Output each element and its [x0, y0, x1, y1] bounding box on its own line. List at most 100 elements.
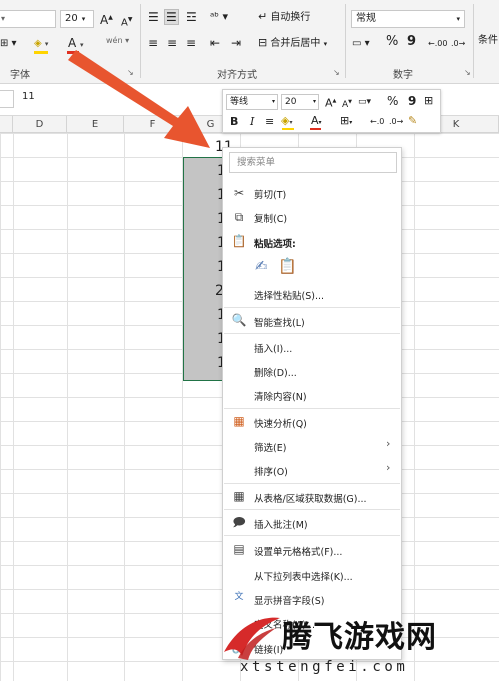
mini-percent[interactable]: %: [387, 94, 398, 108]
mini-shrink-font[interactable]: A▼: [342, 95, 352, 112]
mini-italic[interactable]: I: [250, 115, 254, 129]
format-cells-icon: ▤: [233, 542, 245, 556]
mini-bold[interactable]: B: [230, 115, 238, 129]
menu-separator: [224, 509, 400, 510]
decrease-decimal-button[interactable]: .0→: [451, 37, 465, 51]
column-header-f[interactable]: F: [124, 116, 182, 133]
watermark-url: xtstengfei.com: [240, 659, 409, 675]
group-label-font: 字体: [10, 70, 30, 81]
decrease-indent-icon[interactable]: ⇤: [210, 36, 220, 50]
grow-font-button[interactable]: A▲: [100, 11, 113, 27]
font-size-value: 20: [65, 13, 78, 24]
chevron-right-icon: ›: [386, 437, 391, 450]
percent-button[interactable]: %: [386, 35, 398, 49]
mini-format-painter-icon[interactable]: ✎: [408, 114, 417, 128]
font-launcher-icon[interactable]: ↘: [127, 68, 134, 77]
font-color-button[interactable]: A ▾: [68, 36, 84, 52]
menu-item-quick-analysis[interactable]: 快速分析(Q): [254, 416, 307, 430]
chevron-right-icon: ›: [386, 461, 391, 474]
mini-grow-font[interactable]: A▲: [325, 94, 336, 111]
mini-accounting-icon[interactable]: ▭▾: [358, 95, 371, 109]
group-label-number: 数字: [393, 70, 413, 81]
menu-item-insert-comment[interactable]: 插入批注(M): [254, 517, 308, 531]
ribbon-divider: [140, 4, 141, 78]
menu-item-delete[interactable]: 删除(D)...: [254, 365, 297, 379]
context-menu: [222, 147, 402, 660]
menu-item-cut[interactable]: 剪切(T): [254, 187, 286, 201]
name-box-edge[interactable]: [0, 90, 14, 108]
watermark-swoosh-icon: [224, 617, 280, 660]
align-middle-icon[interactable]: ☰: [164, 9, 179, 25]
paste-values-icon[interactable]: 📋: [278, 257, 297, 275]
fill-color-bar: [34, 51, 48, 54]
menu-item-copy[interactable]: 复制(C): [254, 211, 287, 225]
mini-comma[interactable]: 9: [408, 94, 416, 108]
borders-icon[interactable]: ⊞ ▾: [0, 37, 17, 51]
align-right-icon[interactable]: ≡: [186, 36, 196, 50]
fill-color-icon[interactable]: ◈ ▾: [34, 37, 48, 51]
phonetic-icon: 文: [234, 592, 244, 602]
menu-search-input[interactable]: 搜索菜单: [229, 152, 397, 173]
font-size-dropdown[interactable]: 20 ▾: [60, 10, 94, 28]
grid-line: [67, 133, 68, 681]
menu-item-sort[interactable]: 排序(O): [254, 464, 288, 478]
menu-paste-options-label: 粘贴选项:: [254, 239, 296, 250]
align-left-icon[interactable]: ≡: [148, 36, 158, 50]
grid-line: [414, 133, 415, 681]
mini-format-table-icon[interactable]: ⊞: [424, 94, 433, 108]
font-name-dropdown[interactable]: ▾: [0, 10, 56, 28]
copy-icon: ⧉: [234, 210, 244, 224]
column-header-e[interactable]: E: [67, 116, 124, 133]
formula-input[interactable]: 11: [22, 91, 35, 102]
group-label-align: 对齐方式: [217, 70, 257, 81]
paste-icon: 📋: [231, 234, 247, 248]
phonetic-button[interactable]: wén ▾: [106, 34, 129, 48]
mini-font-size[interactable]: 20 ▾: [281, 94, 319, 110]
conditional-format-button[interactable]: 条件: [478, 34, 498, 48]
mini-inc-decimal-icon[interactable]: ←.0: [370, 115, 384, 129]
menu-item-pick-list[interactable]: 从下拉列表中选择(K)...: [254, 569, 353, 583]
menu-item-from-table[interactable]: 从表格/区域获取数据(G)...: [254, 491, 367, 505]
paste-format-icon[interactable]: ✍: [255, 257, 268, 275]
number-format-dropdown[interactable]: 常规 ▾: [351, 10, 465, 28]
quick-analysis-icon: ▦: [233, 414, 245, 428]
table-icon: ▦: [233, 489, 245, 503]
increase-indent-icon[interactable]: ⇥: [231, 36, 241, 50]
menu-item-filter[interactable]: 筛选(E): [254, 440, 286, 454]
menu-item-format-cells[interactable]: 设置单元格格式(F)...: [254, 544, 342, 558]
mini-borders-icon[interactable]: ⊞▾: [340, 114, 352, 130]
comment-icon: 🗩: [232, 515, 246, 529]
watermark-title: 腾飞游戏网: [282, 620, 437, 655]
merge-center-button[interactable]: ⊟ 合并后居中 ▾: [258, 36, 327, 51]
menu-separator: [224, 333, 400, 334]
accounting-format-icon[interactable]: ▭ ▾: [352, 37, 370, 51]
align-top-icon[interactable]: ☰: [148, 10, 159, 24]
font-color-bar: [67, 51, 79, 54]
menu-item-phonetic[interactable]: 显示拼音字段(S): [254, 593, 324, 607]
grid-line: [13, 133, 14, 681]
merge-icon: ⊟: [258, 36, 268, 49]
increase-decimal-button[interactable]: ←.00: [428, 37, 447, 51]
mini-font-name[interactable]: 等线 ▾: [226, 94, 278, 110]
mini-align[interactable]: ≡: [265, 115, 274, 129]
orientation-icon[interactable]: ᵃᵇ ▾: [210, 10, 228, 24]
menu-item-clear[interactable]: 清除内容(N): [254, 389, 307, 403]
wrap-text-button[interactable]: ↵ 自动换行: [258, 10, 310, 25]
cut-icon: ✂: [233, 186, 245, 200]
ribbon-divider: [345, 4, 346, 78]
mini-dec-decimal-icon[interactable]: .0→: [389, 115, 403, 129]
ribbon-divider: [473, 4, 474, 78]
align-launcher-icon[interactable]: ↘: [333, 68, 340, 77]
align-center-icon[interactable]: ≡: [167, 36, 177, 50]
comma-button[interactable]: 9: [407, 35, 416, 49]
menu-item-smart-lookup[interactable]: 智能查找(L): [254, 315, 305, 329]
menu-separator: [224, 535, 400, 536]
number-launcher-icon[interactable]: ↘: [464, 68, 471, 77]
shrink-font-button[interactable]: A▼: [121, 13, 132, 30]
column-header-c[interactable]: [0, 116, 13, 133]
menu-item-paste-special[interactable]: 选择性粘贴(S)...: [254, 288, 324, 302]
align-bottom-icon[interactable]: ☲: [186, 10, 197, 24]
mini-fill-bar: [282, 128, 294, 130]
column-header-d[interactable]: D: [13, 116, 67, 133]
menu-item-insert[interactable]: 插入(I)...: [254, 341, 292, 355]
